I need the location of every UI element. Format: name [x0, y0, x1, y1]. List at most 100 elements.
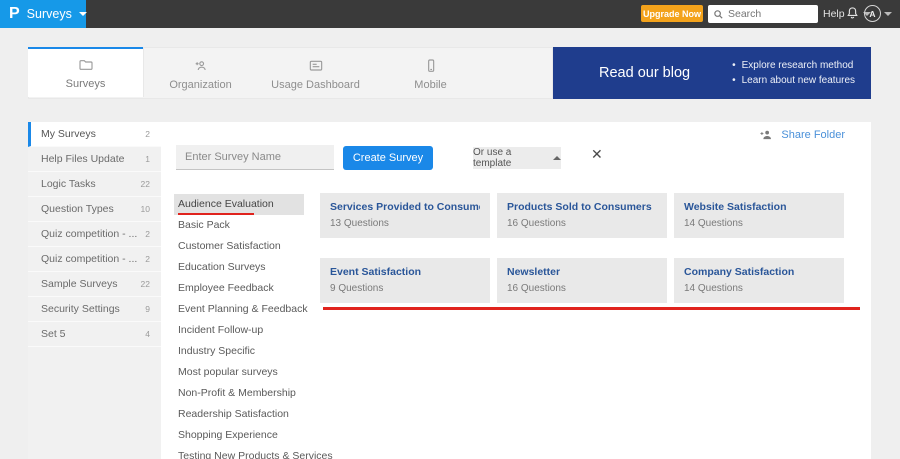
brand-logo: P	[9, 5, 20, 22]
folder-label: Security Settings	[41, 303, 120, 315]
template-card[interactable]: Newsletter 16 Questions	[497, 258, 667, 303]
template-card[interactable]: Website Satisfaction 14 Questions	[674, 193, 844, 238]
folder-count: 22	[140, 179, 150, 189]
template-card[interactable]: Products Sold to Consumers 16 Questions	[497, 193, 667, 238]
category-item[interactable]: Customer Satisfaction	[174, 236, 304, 257]
folder-label: Sample Surveys	[41, 278, 118, 290]
sidebar-folder-item[interactable]: Sample Surveys 22	[28, 272, 161, 297]
blog-banner-bullets: Explore research method Learn about new …	[732, 58, 855, 88]
folder-label: Quiz competition - ...	[41, 228, 138, 240]
template-title: Company Satisfaction	[684, 266, 795, 278]
folder-label: Help Files Update	[41, 153, 125, 165]
app-window: P Surveys Upgrade Now Help A Surveys	[0, 0, 900, 459]
template-question-count: 14 Questions	[684, 218, 743, 229]
sidebar-folder-item[interactable]: Quiz competition - ... 2	[28, 247, 161, 272]
help-link[interactable]: Help	[823, 8, 845, 20]
search-box[interactable]	[708, 5, 818, 23]
share-person-icon	[760, 130, 772, 140]
chevron-up-icon	[553, 156, 561, 160]
sidebar-folder-item[interactable]: Quiz competition - ... 2	[28, 222, 161, 247]
category-label: Readership Satisfaction	[178, 408, 289, 420]
folder-count: 2	[145, 129, 150, 139]
template-title: Products Sold to Consumers	[507, 201, 652, 213]
tab-mobile[interactable]: Mobile	[373, 48, 488, 98]
folder-count: 22	[140, 279, 150, 289]
search-input[interactable]	[728, 8, 808, 20]
folder-label: Logic Tasks	[41, 178, 96, 190]
folder-count: 10	[140, 204, 150, 214]
tab-label: Organization	[169, 78, 232, 91]
share-folder-button[interactable]: Share Folder	[758, 128, 845, 142]
tab-usage-dashboard[interactable]: Usage Dashboard	[258, 48, 373, 98]
template-question-count: 13 Questions	[330, 218, 389, 229]
content-panel: My Surveys 2 Help Files Update 1 Logic T…	[28, 122, 871, 459]
survey-name-input[interactable]	[176, 145, 334, 170]
sidebar-folder-item[interactable]: Set 5 4	[28, 322, 161, 347]
account-menu[interactable]: A	[864, 5, 892, 22]
template-card[interactable]: Services Provided to Consumers 13 Questi…	[320, 193, 490, 238]
banner-bullet: Explore research method	[732, 58, 855, 73]
category-label: Event Planning & Feedback	[178, 303, 308, 315]
close-icon[interactable]: ✕	[591, 147, 603, 161]
folder-label: Quiz competition - ...	[41, 253, 138, 265]
category-item[interactable]: Readership Satisfaction	[174, 404, 304, 425]
tab-label: Usage Dashboard	[271, 78, 360, 91]
category-item[interactable]: Incident Follow-up	[174, 320, 304, 341]
template-card[interactable]: Event Satisfaction 9 Questions	[320, 258, 490, 303]
folder-label: Set 5	[41, 328, 66, 340]
sidebar-folder-item[interactable]: Security Settings 9	[28, 297, 161, 322]
template-question-count: 16 Questions	[507, 218, 566, 229]
sidebar-folder-item[interactable]: Logic Tasks 22	[28, 172, 161, 197]
template-card-grid: Services Provided to Consumers 13 Questi…	[320, 193, 860, 303]
use-template-label: Or use a template	[473, 147, 512, 169]
sidebar-folder-item[interactable]: Help Files Update 1	[28, 147, 161, 172]
dashboard-icon	[307, 58, 325, 75]
share-folder-label: Share Folder	[781, 129, 845, 141]
category-item[interactable]: Non-Profit & Membership	[174, 383, 304, 404]
category-item[interactable]: Event Planning & Feedback	[174, 299, 308, 320]
annotation-underline-category	[178, 213, 254, 215]
tab-surveys[interactable]: Surveys	[28, 47, 143, 97]
use-template-dropdown[interactable]: Or use a template	[473, 147, 561, 169]
upgrade-button[interactable]: Upgrade Now	[641, 5, 703, 22]
chevron-down-icon	[78, 12, 87, 16]
sidebar-folder-item[interactable]: My Surveys 2	[28, 122, 161, 147]
folder-count: 2	[145, 229, 150, 239]
folder-label: My Surveys	[41, 128, 96, 140]
avatar: A	[864, 5, 881, 22]
category-item[interactable]: Basic Pack	[174, 215, 304, 236]
template-title: Website Satisfaction	[684, 201, 787, 213]
category-label: Audience Evaluation	[178, 198, 274, 210]
search-icon	[714, 9, 723, 19]
folder-icon	[77, 57, 95, 74]
folder-count: 9	[145, 304, 150, 314]
category-item[interactable]: Testing New Products & Services	[174, 446, 333, 459]
category-label: Employee Feedback	[178, 282, 274, 294]
template-title: Services Provided to Consumers	[330, 201, 480, 213]
category-label: Shopping Experience	[178, 429, 278, 441]
category-item[interactable]: Audience Evaluation	[174, 194, 304, 215]
template-question-count: 14 Questions	[684, 283, 743, 294]
bell-icon	[847, 7, 858, 19]
folder-label: Question Types	[41, 203, 114, 215]
blog-banner[interactable]: Read our blog Explore research method Le…	[553, 47, 871, 99]
create-survey-button[interactable]: Create Survey	[343, 146, 433, 170]
category-label: Basic Pack	[178, 219, 230, 231]
organization-icon	[192, 58, 210, 75]
category-item[interactable]: Industry Specific	[174, 341, 304, 362]
product-menu[interactable]: P Surveys	[0, 0, 87, 28]
folders-sidebar: My Surveys 2 Help Files Update 1 Logic T…	[28, 122, 161, 459]
banner-bullet: Learn about new features	[732, 73, 855, 88]
template-card[interactable]: Company Satisfaction 14 Questions	[674, 258, 844, 303]
sidebar-folder-item[interactable]: Question Types 10	[28, 197, 161, 222]
category-label: Customer Satisfaction	[178, 240, 281, 252]
category-item[interactable]: Shopping Experience	[174, 425, 304, 446]
template-title: Newsletter	[507, 266, 561, 278]
category-item[interactable]: Employee Feedback	[174, 278, 304, 299]
tabs-strip: Surveys Organization Usage Dashboard Mob…	[28, 47, 553, 99]
tab-organization[interactable]: Organization	[143, 48, 258, 98]
category-item[interactable]: Most popular surveys	[174, 362, 304, 383]
category-label: Industry Specific	[178, 345, 256, 357]
category-item[interactable]: Education Surveys	[174, 257, 304, 278]
template-question-count: 16 Questions	[507, 283, 566, 294]
